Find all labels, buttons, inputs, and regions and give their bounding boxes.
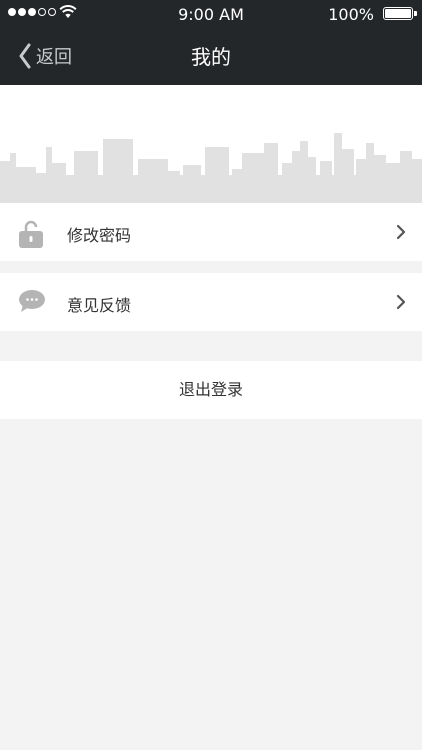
skyline-banner xyxy=(0,85,422,203)
battery-nub xyxy=(414,11,417,16)
menu-item-label: 意见反馈 xyxy=(67,296,132,315)
menu-item-feedback[interactable]: 意见反馈 xyxy=(0,273,422,331)
app-header: 9:00 AM 100% 返回 我的 xyxy=(0,0,422,85)
navigation-bar: 返回 我的 xyxy=(0,28,422,85)
battery-icon xyxy=(383,7,413,20)
chevron-right-icon xyxy=(396,224,406,240)
chevron-right-icon xyxy=(396,294,406,310)
battery-fill xyxy=(385,9,411,18)
city-skyline-illustration xyxy=(0,133,422,203)
status-bar: 9:00 AM 100% xyxy=(0,0,422,28)
menu-item-change-password[interactable]: 修改密码 xyxy=(0,203,422,261)
page-title: 我的 xyxy=(191,45,231,69)
logout-button[interactable]: 退出登录 xyxy=(0,361,422,419)
battery-percentage: 100% xyxy=(328,5,374,24)
menu-item-label: 修改密码 xyxy=(67,226,132,245)
chat-bubble-icon xyxy=(19,290,45,312)
lock-icon xyxy=(19,220,43,248)
